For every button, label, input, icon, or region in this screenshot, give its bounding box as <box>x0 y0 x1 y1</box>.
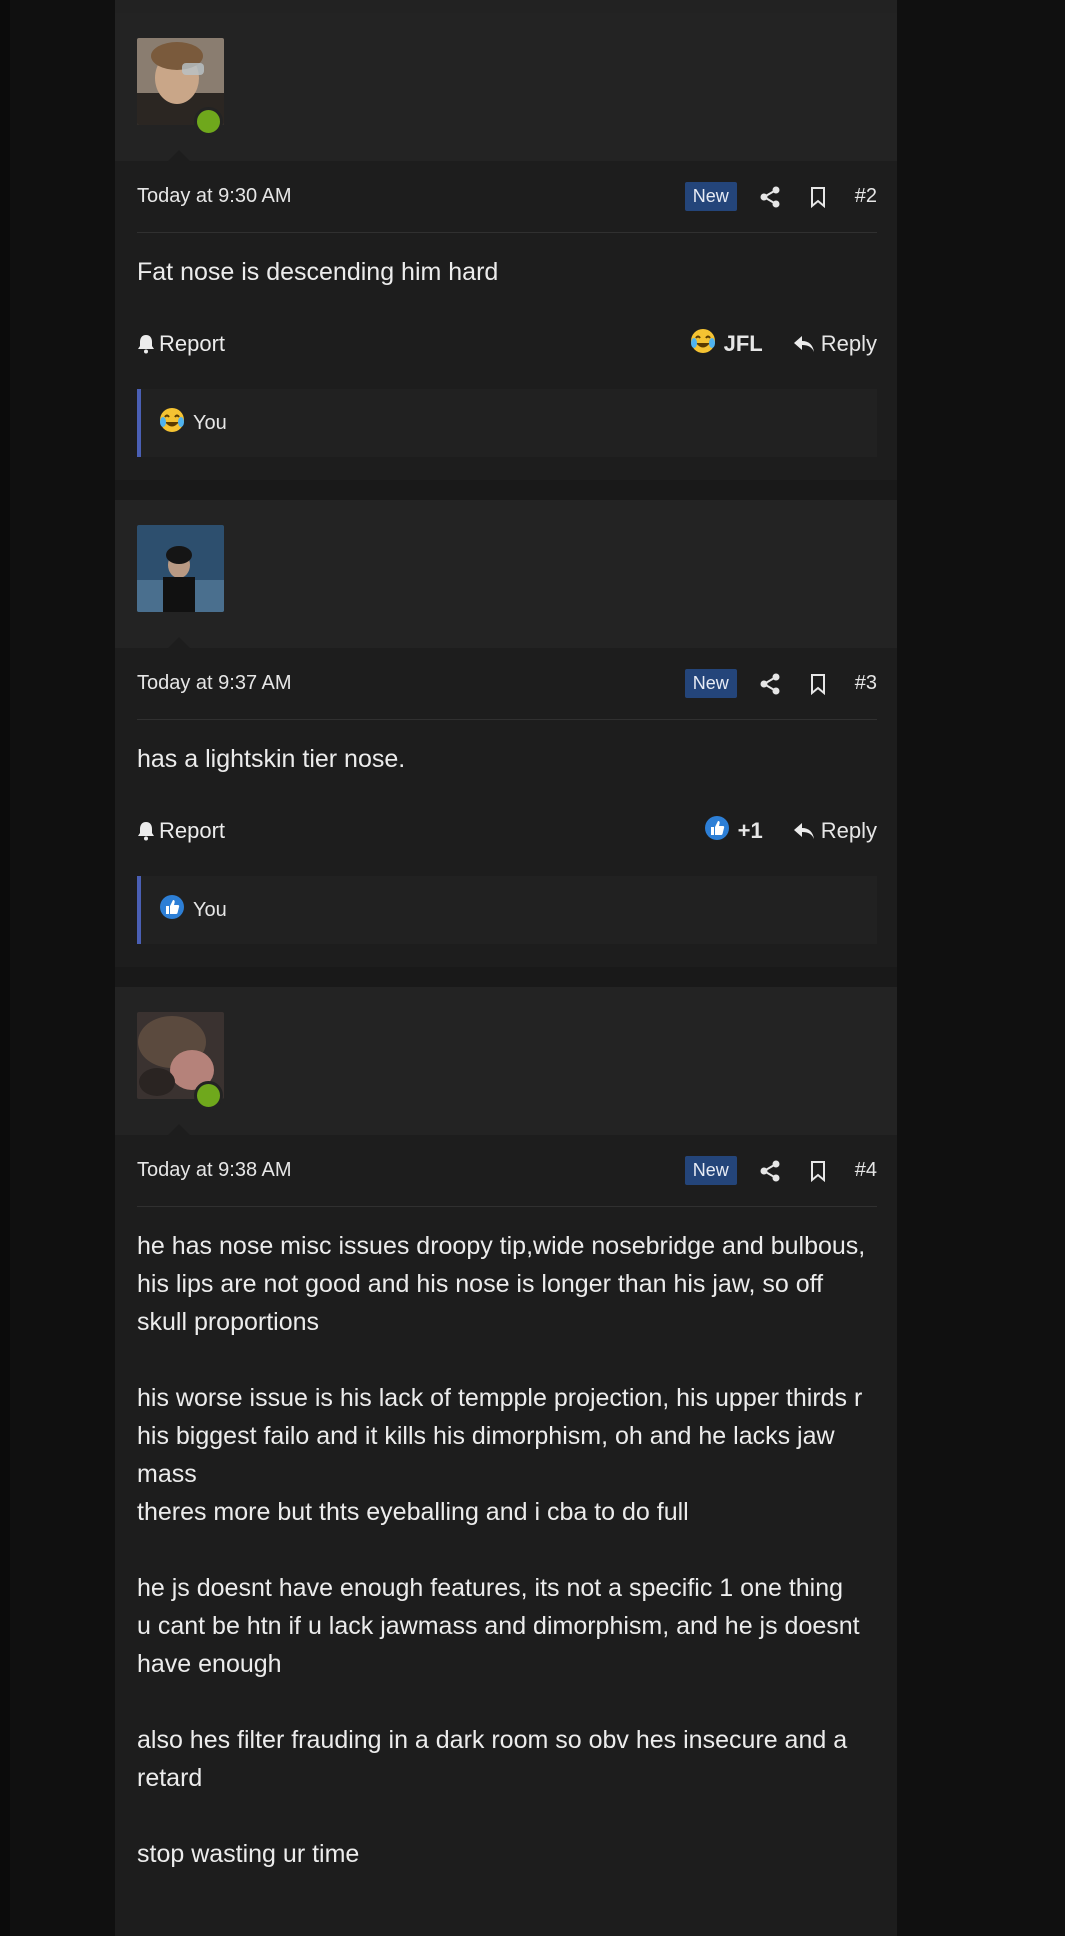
report-button[interactable]: Report <box>137 818 704 844</box>
bookmark-icon[interactable] <box>807 186 829 208</box>
post-4: Today at 9:38 AM New #4 he has nose misc… <box>115 987 897 1936</box>
bookmark-icon[interactable] <box>807 1160 829 1182</box>
post-message: has a lightskin tier nose. <box>137 740 879 778</box>
bell-icon <box>138 822 154 841</box>
post-actions: Report +1 Reply <box>137 811 877 851</box>
share-icon[interactable] <box>759 673 781 695</box>
report-label: Report <box>159 818 226 843</box>
reactor-name[interactable]: You <box>193 412 227 435</box>
reactions-bar[interactable]: You <box>137 876 877 944</box>
reply-button[interactable]: Reply <box>793 818 877 844</box>
message-text: has a lightskin tier nose. <box>137 745 406 773</box>
message-paragraph: he js doesnt have enough features, its n… <box>137 1574 860 1678</box>
post-number-link[interactable]: #2 <box>855 185 877 208</box>
post-meta: Today at 9:30 AM New #2 <box>137 161 877 233</box>
reply-label: Reply <box>820 331 877 356</box>
report-label: Report <box>159 331 226 356</box>
reaction-button[interactable]: JFL <box>690 328 763 360</box>
online-status-indicator <box>194 1081 223 1110</box>
new-badge: New <box>684 182 737 211</box>
share-icon[interactable] <box>759 1160 781 1182</box>
post-user-header <box>115 500 897 649</box>
reactor-name[interactable]: You <box>193 899 227 922</box>
laughing-crying-emoji-icon <box>159 407 185 439</box>
post-timestamp[interactable]: Today at 9:30 AM <box>137 185 685 208</box>
avatar[interactable] <box>137 525 224 612</box>
bookmark-icon[interactable] <box>807 673 829 695</box>
message-paragraph: he has nose misc issues droopy tip,wide … <box>137 1232 866 1336</box>
post-meta: Today at 9:38 AM New #4 <box>137 1135 877 1207</box>
message-paragraph: also hes filter frauding in a dark room … <box>137 1726 848 1792</box>
post-message: he has nose misc issues droopy tip,wide … <box>137 1227 879 1873</box>
reaction-label: +1 <box>737 818 763 843</box>
reaction-button[interactable]: +1 <box>704 815 763 847</box>
new-badge: New <box>684 1156 737 1185</box>
post-separator <box>115 480 897 500</box>
left-gutter <box>0 0 10 1936</box>
post-number-link[interactable]: #4 <box>855 1159 877 1182</box>
online-status-indicator <box>194 107 223 136</box>
thumbs-up-icon <box>159 894 185 926</box>
reactions-bar[interactable]: You <box>137 389 877 457</box>
message-paragraph: his worse issue is his lack of tempple p… <box>137 1384 863 1526</box>
bell-icon <box>138 335 154 354</box>
post-timestamp[interactable]: Today at 9:37 AM <box>137 672 685 695</box>
reaction-label: JFL <box>723 331 763 356</box>
post-user-header <box>115 987 897 1136</box>
message-text: Fat nose is descending him hard <box>137 258 499 286</box>
post-meta: Today at 9:37 AM New #3 <box>137 648 877 720</box>
thumbs-up-icon <box>704 815 730 847</box>
post-message: Fat nose is descending him hard <box>137 253 879 291</box>
post-timestamp[interactable]: Today at 9:38 AM <box>137 1159 685 1182</box>
reply-button[interactable]: Reply <box>793 331 877 357</box>
post-2: Today at 9:30 AM New #2 Fat nose is desc… <box>115 13 897 480</box>
reply-arrow-icon <box>793 823 814 839</box>
post-user-header <box>115 13 897 162</box>
thread-column: Today at 9:30 AM New #2 Fat nose is desc… <box>115 0 897 1936</box>
laughing-crying-emoji-icon <box>690 328 716 360</box>
new-badge: New <box>684 669 737 698</box>
reply-arrow-icon <box>793 336 814 352</box>
post-number-link[interactable]: #3 <box>855 672 877 695</box>
message-paragraph: stop wasting ur time <box>137 1840 360 1868</box>
post-3: Today at 9:37 AM New #3 has a lightskin … <box>115 500 897 967</box>
top-strip <box>115 0 897 13</box>
share-icon[interactable] <box>759 186 781 208</box>
report-button[interactable]: Report <box>137 331 690 357</box>
reply-label: Reply <box>820 818 877 843</box>
post-actions: Report JFL Reply <box>137 324 877 364</box>
post-separator <box>115 967 897 987</box>
